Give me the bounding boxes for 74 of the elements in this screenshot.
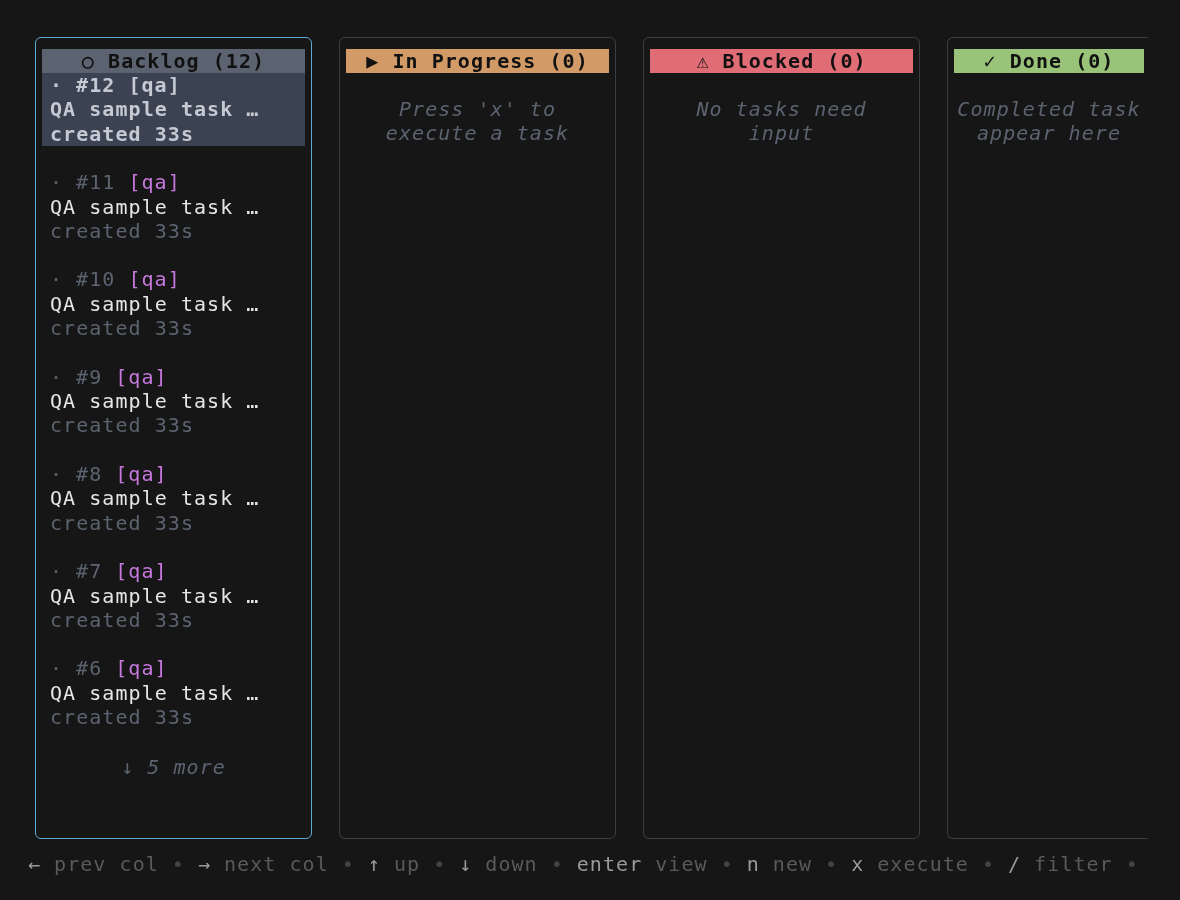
task-meta: created 33s [50,219,194,244]
column-header: ▶ In Progress (0) [346,49,609,73]
task-id: #7 [76,559,103,584]
shortcut-key: n [746,852,760,877]
empty-message: Completed task appear here [957,97,1141,146]
separator: • [171,852,185,877]
separator: • [825,852,839,877]
empty-message: Press 'x' to execute a task [385,97,570,146]
shortcut-key: x [851,852,865,877]
task-meta: created 33s [50,607,194,633]
task-id: #10 [76,267,116,292]
task-bullet: · [50,170,64,195]
empty-message: No tasks need input [696,97,867,146]
task-bullet: · [50,559,64,584]
task-tag: [qa] [115,364,168,390]
task-bullet: · [50,656,64,681]
task-title: QA sample task … [50,583,260,608]
task-id: #6 [76,656,103,681]
more-indicator: ↓ 5 more [121,754,226,779]
shortcut-label: prev col [54,852,159,877]
separator: • [341,852,355,877]
column-header: ⚠ Blocked (0) [650,49,913,73]
separator: • [550,852,564,877]
shortcut-key: ← [28,852,42,877]
shortcut-label: view [655,852,708,877]
task-id: #9 [76,364,103,390]
task-title: QA sample task … [50,389,260,414]
task-tag: [qa] [115,656,168,681]
shortcut-key: ↓ [459,852,473,877]
shortcut-key: / [1008,852,1022,877]
task-title: QA sample task … [50,680,260,706]
shortcut-label: filter [1034,852,1113,877]
task-card[interactable]: · #11 [qa] QA sample task … created 33s [42,170,305,244]
task-title: QA sample task … [50,97,260,122]
task-meta: created 33s [50,121,194,147]
shortcut-label: new [772,852,813,877]
task-meta: created 33s [50,316,194,341]
task-tag: [qa] [128,73,181,98]
task-bullet: · [50,73,64,98]
task-meta: created 33s [50,510,194,536]
shortcut-key: → [197,852,211,877]
task-card[interactable]: · #9 [qa] QA sample task … created 33s [42,364,305,438]
shortcut-key: enter [576,852,643,877]
column-header: ✓ Done (0) [954,49,1144,73]
task-card[interactable]: · #8 [qa] QA sample task … created 33s [42,461,305,536]
task-meta: created 33s [50,413,194,438]
separator: • [1125,852,1139,877]
separator: • [433,852,447,877]
task-tag: [qa] [115,559,168,584]
task-card[interactable]: · #12 [qa] QA sample task … created 33s [42,73,305,147]
separator: • [720,852,734,877]
task-title: QA sample task … [50,194,260,220]
task-card[interactable]: · #6 [qa] QA sample task … created 33s [42,656,305,730]
task-tag: [qa] [115,461,168,487]
task-bullet: · [50,364,64,390]
task-card[interactable]: · #10 [qa] QA sample task … created 33s [42,267,305,341]
task-card[interactable]: · #7 [qa] QA sample task … created 33s [42,559,305,633]
separator: • [981,852,995,877]
task-id: #11 [76,170,116,195]
task-bullet: · [50,461,64,487]
task-tag: [qa] [128,267,181,292]
task-id: #12 [76,73,116,98]
shortcut-label: next col [224,852,329,877]
task-id: #8 [76,461,103,487]
task-title: QA sample task … [50,291,260,317]
shortcut-key: ↑ [367,852,381,877]
task-title: QA sample task … [50,486,260,511]
shortcut-label: down [485,852,538,877]
task-meta: created 33s [50,705,194,730]
task-tag: [qa] [128,170,181,195]
shortcut-label: execute [877,852,969,877]
task-bullet: · [50,267,64,292]
column-header: ○ Backlog (12) [42,49,305,73]
shortcut-label: up [393,852,421,877]
